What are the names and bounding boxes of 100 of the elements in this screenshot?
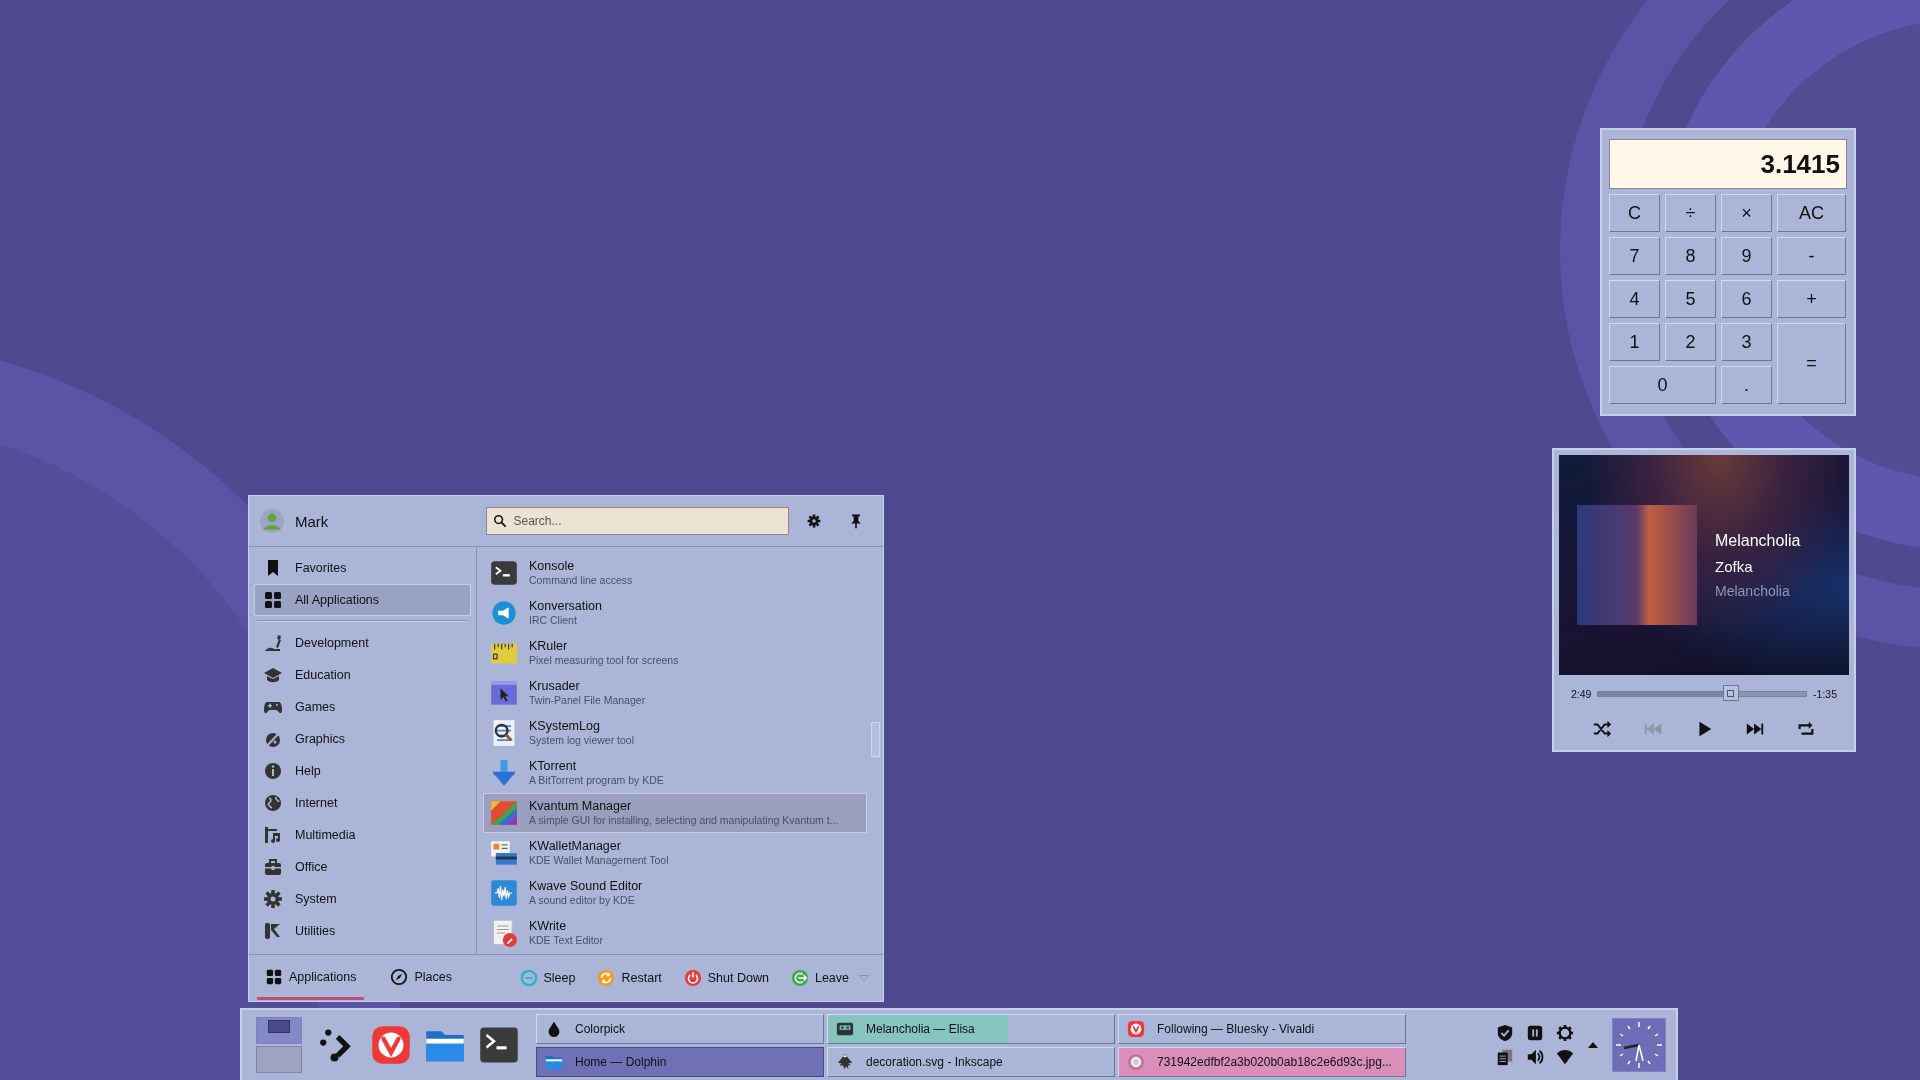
calculator-key[interactable]: 0: [1609, 366, 1716, 404]
category-item[interactable]: Development: [254, 627, 471, 659]
expand-arrow-icon[interactable]: [1588, 1042, 1598, 1048]
calculator-display: 3.1415: [1609, 139, 1847, 189]
application-item[interactable]: Konsole Command line access: [483, 553, 867, 593]
task-button[interactable]: Home — Dolphin: [536, 1046, 824, 1077]
application-description: A BitTorrent program by KDE: [529, 774, 664, 787]
shutdown-button[interactable]: Shut Down: [677, 969, 775, 987]
analog-clock[interactable]: [1612, 1018, 1666, 1072]
category-item[interactable]: Multimedia: [254, 819, 471, 851]
seek-slider[interactable]: [1597, 685, 1808, 703]
track-title: Melancholia: [1715, 531, 1801, 550]
category-item[interactable]: Office: [254, 851, 471, 883]
v-logo-icon: [1127, 1019, 1145, 1038]
application-item[interactable]: Kwave Sound Editor A sound editor by KDE: [483, 873, 867, 913]
calculator-key[interactable]: ×: [1721, 194, 1772, 232]
category-item[interactable]: Games: [254, 691, 471, 723]
settings-icon[interactable]: [1556, 1024, 1574, 1042]
shuffle-icon: [1592, 719, 1613, 739]
application-name: KWalletManager: [529, 839, 622, 855]
scrollbar-handle[interactable]: [871, 722, 880, 757]
application-description: System log viewer tool: [529, 734, 635, 747]
film-music-icon: [263, 825, 283, 845]
calculator-key[interactable]: 8: [1665, 237, 1716, 275]
calculator-key[interactable]: AC: [1777, 194, 1846, 232]
volume-icon[interactable]: [1526, 1048, 1544, 1066]
window-cursor-icon: [490, 679, 518, 707]
window-thumbnail: [268, 1020, 290, 1033]
sidebar-item[interactable]: All Applications: [254, 584, 471, 616]
task-button[interactable]: 731942edfbf2a3b020b0ab18c2e6d93c.jpg...: [1118, 1046, 1406, 1077]
application-description: KDE Wallet Management Tool: [529, 854, 669, 867]
application-name: Kwave Sound Editor: [529, 879, 643, 895]
v-logo-icon: [371, 1025, 411, 1065]
applications-tab[interactable]: Applications: [257, 956, 365, 1000]
application-description: Twin-Panel File Manager: [529, 694, 646, 707]
task-button[interactable]: Following — Bluesky - Vivaldi: [1118, 1013, 1406, 1044]
document-pencil-icon: [490, 919, 518, 947]
terminal-icon: [479, 1025, 519, 1065]
compass-icon: [390, 967, 409, 986]
caret-icon: [859, 975, 869, 981]
application-item[interactable]: Krusader Twin-Panel File Manager: [483, 673, 867, 713]
slider-thumb[interactable]: [1722, 685, 1739, 701]
sidebar-item[interactable]: Favorites: [254, 552, 471, 584]
image-viewer-icon: [1127, 1052, 1145, 1071]
shield-check-icon[interactable]: [1496, 1024, 1514, 1042]
calculator-key[interactable]: C: [1609, 194, 1660, 232]
application-name: Krusader: [529, 679, 581, 695]
power-icon: [683, 969, 702, 987]
calculator-key[interactable]: 2: [1665, 323, 1716, 361]
leave-button[interactable]: Leave: [784, 969, 875, 987]
download-arrow-icon: [490, 759, 518, 787]
mountain-drip-icon: [836, 1052, 854, 1071]
exit-icon: [790, 969, 809, 987]
grid-icon: [263, 590, 283, 610]
category-item[interactable]: Internet: [254, 787, 471, 819]
sleep-icon: [519, 969, 538, 987]
application-item[interactable]: KTorrent A BitTorrent program by KDE: [483, 753, 867, 793]
calculator-key[interactable]: 9: [1721, 237, 1772, 275]
category-item[interactable]: Graphics: [254, 723, 471, 755]
waveform-icon: [490, 879, 518, 907]
places-tab[interactable]: Places: [382, 956, 460, 1000]
category-item[interactable]: Utilities: [254, 915, 471, 947]
application-item[interactable]: Konversation IRC Client: [483, 593, 867, 633]
task-button[interactable]: decoration.svg - Inkscape: [827, 1046, 1115, 1077]
pause-icon[interactable]: [1526, 1024, 1544, 1042]
restart-button[interactable]: Restart: [591, 969, 668, 987]
calculator-key[interactable]: 1: [1609, 323, 1660, 361]
calculator-key[interactable]: 6: [1721, 280, 1772, 318]
application-item[interactable]: KWalletManager KDE Wallet Management Tool: [483, 833, 867, 873]
task-button[interactable]: Melancholia — Elisa: [827, 1013, 1115, 1044]
clipboard-icon[interactable]: [1496, 1048, 1514, 1066]
calculator-key[interactable]: =: [1777, 323, 1846, 404]
wifi-icon[interactable]: [1556, 1048, 1574, 1066]
category-item[interactable]: Education: [254, 659, 471, 691]
calculator-key[interactable]: 5: [1665, 280, 1716, 318]
calculator-key[interactable]: 7: [1609, 237, 1660, 275]
application-name: KSystemLog: [529, 719, 601, 735]
info-icon: [263, 761, 283, 781]
search-field[interactable]: Search...: [485, 507, 790, 535]
application-name: Konsole: [529, 559, 576, 575]
calculator-key[interactable]: 3: [1721, 323, 1772, 361]
category-item[interactable]: Help: [254, 755, 471, 787]
virtual-desktop[interactable]: [256, 1017, 302, 1044]
sleep-button[interactable]: Sleep: [513, 969, 582, 987]
category-item[interactable]: System: [254, 883, 471, 915]
application-name: Konversation: [529, 599, 602, 615]
avatar-icon: [259, 508, 285, 534]
application-item[interactable]: Kvantum Manager A simple GUI for installing, selecting and manipulating Kvantum t...: [483, 793, 867, 833]
application-item[interactable]: KRuler Pixel measuring tool for screens: [483, 633, 867, 673]
track-album: Melancholia: [1715, 582, 1791, 599]
calculator-key[interactable]: 4: [1609, 280, 1660, 318]
calculator-key[interactable]: ÷: [1665, 194, 1716, 232]
application-item[interactable]: KWrite KDE Text Editor: [483, 913, 867, 953]
application-item[interactable]: KSystemLog System log viewer tool: [483, 713, 867, 753]
remaining-time: -1:35: [1813, 688, 1837, 700]
calculator-key[interactable]: +: [1777, 280, 1846, 318]
task-button[interactable]: Colorpick: [536, 1013, 824, 1044]
application-description: Command line access: [529, 574, 633, 587]
calculator-key[interactable]: .: [1721, 366, 1772, 404]
calculator-key[interactable]: -: [1777, 237, 1846, 275]
